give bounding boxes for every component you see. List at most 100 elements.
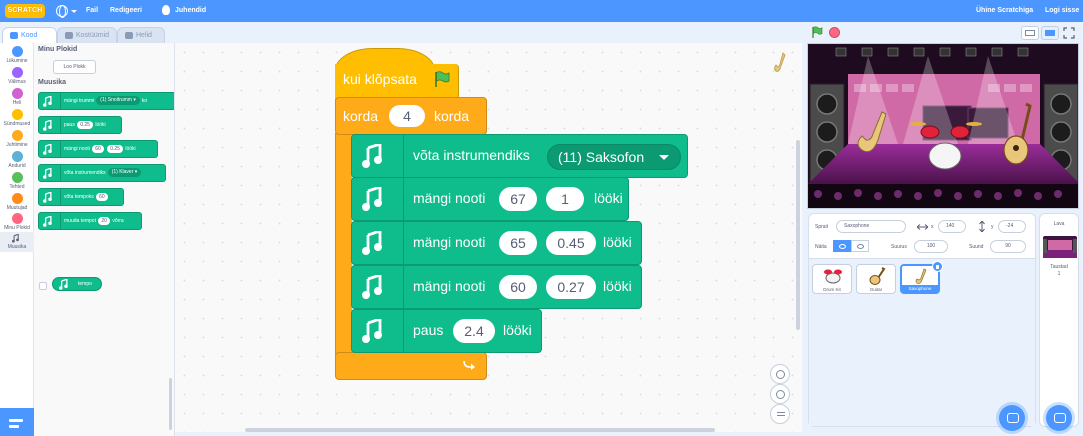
stage-canvas[interactable] [807,43,1079,209]
zoom-out-button[interactable] [770,384,790,404]
rest-beats-input[interactable]: 2.4 [453,319,495,343]
hide-sprite-button[interactable] [851,240,869,252]
note-input[interactable]: 60 [92,144,104,153]
x-input[interactable]: 140 [938,220,966,233]
beats-input[interactable]: 0.27 [546,275,596,299]
workspace-scrollbar-vertical[interactable] [796,140,800,330]
play-note-block[interactable]: mängi nooti 67 1 lööki [351,177,629,221]
eye-icon [839,244,846,249]
zoom-reset-button[interactable] [770,404,790,424]
palette-play-note-block[interactable]: mängi nooti 60 0.25 lööki [38,140,158,158]
palette-set-instrument-block[interactable]: võta instrumendiks (1) Klaver ▾ [38,164,166,182]
category-operators[interactable]: Tehted [0,172,34,190]
motion-dot-icon [11,46,23,57]
tempo-input[interactable]: 60 [96,192,108,201]
events-dot-icon [11,109,23,120]
beats-input[interactable]: 0.45 [546,231,596,255]
sensing-dot-icon [11,151,23,162]
music-notes-icon [39,117,61,133]
music-block-icon-section [352,135,404,177]
beats-input[interactable]: 1 [546,187,584,211]
beats-suffix: lööki [594,190,623,206]
play-note-label: mängi nooti [413,278,486,294]
show-sprite-button[interactable] [833,240,851,252]
category-my-blocks[interactable]: Minu Plokid [0,213,34,231]
small-stage-button[interactable] [1021,26,1039,40]
play-note-block[interactable]: mängi nooti 65 0.45 lööki [351,221,642,265]
palette-change-tempo-block[interactable]: muuda tempot 20 võrra [38,212,142,230]
drum-kit-icon [824,269,842,284]
note-input[interactable]: 60 [499,275,537,299]
sprite-tile-drum-kit[interactable]: Drum Kit [812,264,852,294]
block-label: võta tempoks [64,194,94,200]
scratch-logo[interactable]: SCRATCH [5,4,45,18]
my-blocks-dot-icon [11,213,23,224]
play-note-label: mängi nooti [413,234,486,250]
add-backdrop-button[interactable] [1046,405,1072,431]
tutorials-menu[interactable]: Juhendid [175,0,206,22]
menu-bar: SCRATCH Fail Redigeeri Juhendid Ühine Sc… [0,0,1083,22]
instrument-dropdown[interactable]: (11) Saksofon [547,144,681,170]
sign-in-link[interactable]: Logi sisse [1045,0,1079,22]
category-variables[interactable]: Muutujad [0,193,34,211]
chevron-down-icon[interactable] [71,10,77,13]
tempo-change-input[interactable]: 20 [98,216,110,225]
current-sprite-saxophone-icon [774,52,786,72]
palette-rest-block[interactable]: paus 0.25 lööki [38,116,122,134]
music-block-icon-section [352,222,404,264]
make-block-button[interactable]: Loo Plokk [53,60,96,74]
zoom-in-button[interactable] [770,364,790,384]
beats-input[interactable]: 0.25 [107,144,123,153]
direction-input[interactable]: 90 [990,240,1026,253]
category-sensing[interactable]: Andurid [0,151,34,169]
add-extension-button[interactable] [0,408,34,436]
note-input[interactable]: 65 [499,231,537,255]
rest-beats-input[interactable]: 0.25 [77,120,93,129]
rest-label: paus [413,322,444,338]
play-note-block[interactable]: mängi nooti 60 0.27 lööki [351,265,642,309]
palette-tempo-reporter[interactable]: tempo [52,277,102,291]
lightbulb-icon[interactable] [162,5,170,15]
palette-scrollbar[interactable] [169,378,172,430]
y-input[interactable]: -24 [998,220,1026,233]
instrument-dropdown[interactable]: (1) Klaver ▾ [107,168,142,178]
palette-set-tempo-block[interactable]: võta tempoks 60 [38,188,124,206]
repeat-count-input[interactable]: 4 [389,105,425,127]
globe-icon[interactable] [56,5,68,18]
drum-dropdown[interactable]: (1) Snoitrumm ▾ [96,96,140,106]
green-flag-icon[interactable] [811,26,823,38]
category-label: Muutujad [6,205,28,211]
set-instrument-block[interactable]: võta instrumendiks (11) Saksofon [351,134,688,178]
green-flag-icon [435,71,450,87]
add-sprite-button[interactable] [999,405,1025,431]
stop-button[interactable] [829,27,840,38]
tab-sounds-label: Helid [136,32,152,39]
category-events[interactable]: Sündmused [0,109,34,127]
palette-play-drum-block[interactable]: mängi trummi (1) Snoitrumm ▾ ko [38,92,174,110]
sprite-tile-guitar[interactable]: Guitar [856,264,896,294]
tab-costumes[interactable]: Kostüümid [57,27,117,43]
tab-code[interactable]: Kood [2,27,57,43]
stage-selector[interactable]: Lava Taustad 1 [1039,213,1079,427]
edit-menu[interactable]: Redigeeri [110,0,142,22]
category-sound[interactable]: Heli [0,88,34,106]
large-stage-button[interactable] [1041,26,1059,40]
music-block-icon-section [352,266,404,308]
category-control[interactable]: Juhtimine [0,130,34,148]
trash-icon[interactable] [932,261,943,272]
category-looks[interactable]: Välimus [0,67,34,85]
sprite-name-input[interactable]: Saxophone [836,220,906,233]
block-label: mängi nooti [64,146,90,152]
size-input[interactable]: 100 [914,240,948,253]
note-input[interactable]: 67 [499,187,537,211]
fullscreen-icon[interactable] [1063,27,1075,39]
file-menu[interactable]: Fail [86,0,98,22]
rest-block[interactable]: paus 2.4 lööki [351,309,542,353]
music-notes-icon [362,275,382,299]
category-music[interactable]: Muusika [0,232,34,252]
join-scratch-link[interactable]: Ühine Scratchiga [976,0,1033,22]
category-motion[interactable]: Liikumine [0,46,34,64]
tempo-checkbox[interactable] [39,282,47,290]
workspace-scrollbar-horizontal[interactable] [245,428,715,432]
tab-sounds[interactable]: Helid [117,27,165,43]
